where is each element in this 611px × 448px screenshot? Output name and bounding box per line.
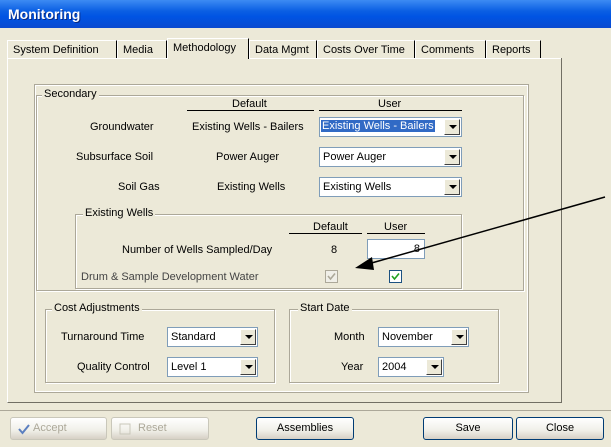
soil-gas-default-value: Existing Wells — [217, 181, 286, 193]
subsurface-soil-user-value: Power Auger — [323, 151, 386, 163]
tab-system-definition[interactable]: System Definition — [7, 40, 117, 58]
save-button[interactable]: Save — [423, 417, 513, 440]
secondary-default-header: Default — [232, 98, 267, 110]
chevron-down-icon[interactable] — [451, 329, 467, 345]
tab-media[interactable]: Media — [117, 40, 167, 58]
accept-button[interactable]: Accept — [10, 417, 107, 440]
reset-label: Reset — [138, 422, 167, 434]
groundwater-default-value: Existing Wells - Bailers — [192, 121, 304, 133]
year-label: Year — [341, 361, 364, 373]
secondary-legend: Secondary — [42, 88, 99, 100]
wells-sampled-label: Number of Wells Sampled/Day — [122, 244, 273, 256]
cost-adjustments-legend: Cost Adjustments — [52, 302, 142, 314]
tab-comments[interactable]: Comments — [415, 40, 486, 58]
month-select[interactable]: November — [378, 327, 469, 347]
turnaround-label: Turnaround Time — [61, 331, 145, 343]
accept-label: Accept — [33, 422, 67, 434]
chevron-down-icon[interactable] — [444, 119, 460, 135]
chevron-down-icon[interactable] — [240, 359, 256, 375]
tab-data-mgmt[interactable]: Data Mgmt — [249, 40, 317, 58]
turnaround-value: Standard — [171, 331, 216, 343]
year-select[interactable]: 2004 — [378, 357, 444, 377]
reset-button[interactable]: Reset — [111, 417, 209, 440]
secondary-user-underline — [319, 110, 462, 111]
monitoring-window: Monitoring System Definition Media Metho… — [0, 0, 611, 447]
secondary-default-underline — [187, 110, 314, 111]
drum-default-checkbox — [325, 270, 338, 283]
soil-gas-user-value: Existing Wells — [323, 181, 392, 193]
soil-gas-label: Soil Gas — [118, 181, 160, 193]
chevron-down-icon[interactable] — [426, 359, 442, 375]
chevron-down-icon[interactable] — [444, 149, 460, 165]
start-date-legend: Start Date — [298, 302, 352, 314]
assemblies-button[interactable]: Assemblies — [256, 417, 354, 440]
drum-sample-label: Drum & Sample Development Water — [81, 271, 259, 283]
chevron-down-icon[interactable] — [240, 329, 256, 345]
subsurface-soil-default-value: Power Auger — [216, 151, 279, 163]
title-bar: Monitoring — [0, 0, 611, 28]
groundwater-user-select[interactable]: Existing Wells - Bailers — [319, 117, 462, 137]
turnaround-select[interactable]: Standard — [167, 327, 258, 347]
quality-control-select[interactable]: Level 1 — [167, 357, 258, 377]
window-title: Monitoring — [8, 6, 81, 22]
tab-methodology[interactable]: Methodology — [167, 38, 249, 59]
tab-reports[interactable]: Reports — [486, 40, 541, 58]
subsurface-soil-user-select[interactable]: Power Auger — [319, 147, 462, 167]
annotation-arrow — [355, 196, 606, 270]
reset-icon — [118, 422, 132, 444]
month-value: November — [382, 331, 433, 343]
subsurface-soil-label: Subsurface Soil — [76, 151, 154, 163]
chevron-down-icon[interactable] — [444, 179, 460, 195]
checkmark-icon — [327, 272, 336, 281]
month-label: Month — [334, 331, 365, 343]
soil-gas-user-select[interactable]: Existing Wells — [319, 177, 462, 197]
checkmark-icon — [17, 422, 31, 444]
year-value: 2004 — [382, 361, 407, 373]
quality-control-value: Level 1 — [171, 361, 207, 373]
wells-sampled-default-value: 8 — [331, 244, 338, 256]
secondary-user-header: User — [378, 98, 402, 110]
close-button[interactable]: Close — [516, 417, 604, 440]
groundwater-label: Groundwater — [90, 121, 154, 133]
quality-control-label: Quality Control — [77, 361, 150, 373]
existing-wells-legend: Existing Wells — [83, 207, 156, 219]
wells-default-header: Default — [313, 221, 348, 233]
tab-costs-over-time[interactable]: Costs Over Time — [317, 40, 415, 58]
groundwater-user-value: Existing Wells - Bailers — [320, 119, 436, 133]
